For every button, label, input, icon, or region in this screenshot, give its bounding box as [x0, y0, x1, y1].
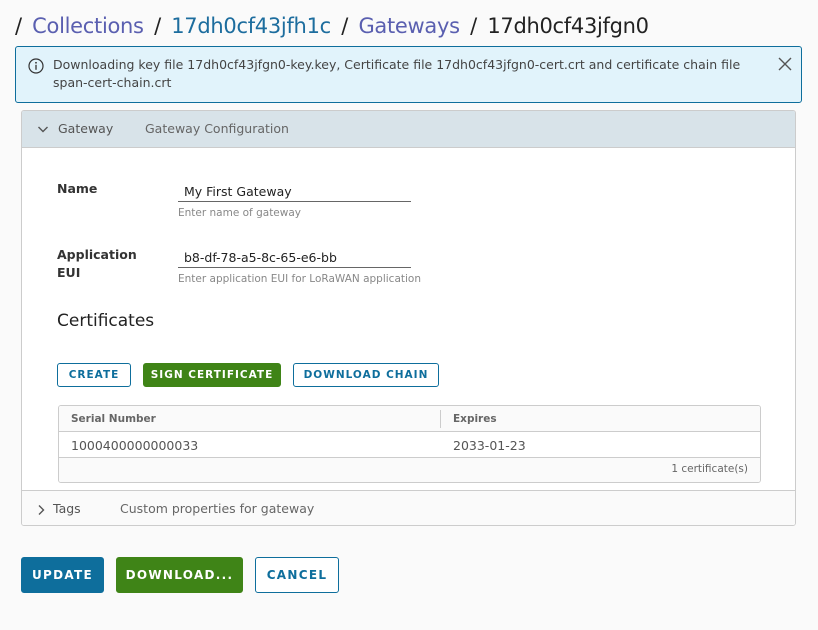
download-chain-button[interactable]: DOWNLOAD CHAIN: [293, 363, 439, 387]
column-header-serial-number[interactable]: Serial Number: [71, 413, 156, 425]
breadcrumb-gateways-link[interactable]: Gateways: [358, 14, 460, 38]
create-certificate-button[interactable]: CREATE: [57, 363, 131, 387]
certificates-table: Serial Number Expires 1000400000000033 2…: [58, 405, 761, 483]
breadcrumb-current-gateway: 17dh0cf43jfgn0: [487, 14, 649, 38]
breadcrumb-collections-link[interactable]: Collections: [32, 14, 144, 38]
eui-helper-text: Enter application EUI for LoRaWAN applic…: [178, 273, 421, 285]
certificate-count: 1 certificate(s): [671, 463, 748, 475]
name-input[interactable]: [178, 182, 411, 202]
certificates-heading: Certificates: [57, 311, 155, 331]
update-button[interactable]: UPDATE: [21, 557, 104, 593]
application-eui-input[interactable]: [178, 248, 411, 268]
gateway-panel-title: Gateway: [58, 121, 114, 136]
name-helper-text: Enter name of gateway: [178, 207, 302, 219]
eui-label-line1: Application: [57, 247, 137, 262]
gateway-stack-panel: Gateway Gateway Configuration Name Enter…: [21, 110, 796, 526]
info-alert: Downloading key file 17dh0cf43jfgn0-key.…: [15, 46, 802, 103]
cancel-button[interactable]: CANCEL: [255, 557, 339, 593]
column-header-expires[interactable]: Expires: [453, 413, 497, 425]
eui-label-line2: EUI: [57, 265, 81, 280]
column-divider[interactable]: [440, 410, 441, 428]
download-button[interactable]: DOWNLOAD...: [116, 557, 243, 593]
gateway-panel-description: Gateway Configuration: [145, 121, 289, 136]
chevron-right-icon: [38, 505, 45, 515]
sign-certificate-button[interactable]: SIGN CERTIFICATE: [143, 363, 281, 387]
breadcrumb: / Collections / 17dh0cf43jfh1c / Gateway…: [15, 12, 649, 40]
close-icon[interactable]: [777, 56, 793, 72]
info-icon: [28, 58, 44, 74]
page: / Collections / 17dh0cf43jfh1c / Gateway…: [0, 0, 818, 630]
breadcrumb-separator: /: [15, 14, 22, 38]
gateway-panel-header[interactable]: Gateway Gateway Configuration: [22, 111, 795, 148]
table-row[interactable]: 1000400000000033 2033-01-23: [59, 432, 760, 458]
tags-panel-header[interactable]: Tags Custom properties for gateway: [22, 490, 795, 525]
expires-cell: 2033-01-23: [453, 438, 526, 453]
chevron-down-icon: [38, 126, 48, 133]
table-header: Serial Number Expires: [59, 406, 760, 432]
tags-panel-description: Custom properties for gateway: [120, 501, 315, 516]
breadcrumb-collection-id-link[interactable]: 17dh0cf43jfh1c: [171, 14, 331, 38]
name-label: Name: [57, 181, 98, 196]
alert-message: Downloading key file 17dh0cf43jfgn0-key.…: [53, 57, 741, 90]
serial-number-cell: 1000400000000033: [71, 438, 199, 453]
breadcrumb-separator: /: [341, 14, 349, 38]
breadcrumb-separator: /: [154, 14, 161, 38]
table-footer: 1 certificate(s): [59, 458, 760, 482]
tags-panel-title: Tags: [53, 501, 81, 516]
breadcrumb-separator: /: [470, 14, 477, 38]
